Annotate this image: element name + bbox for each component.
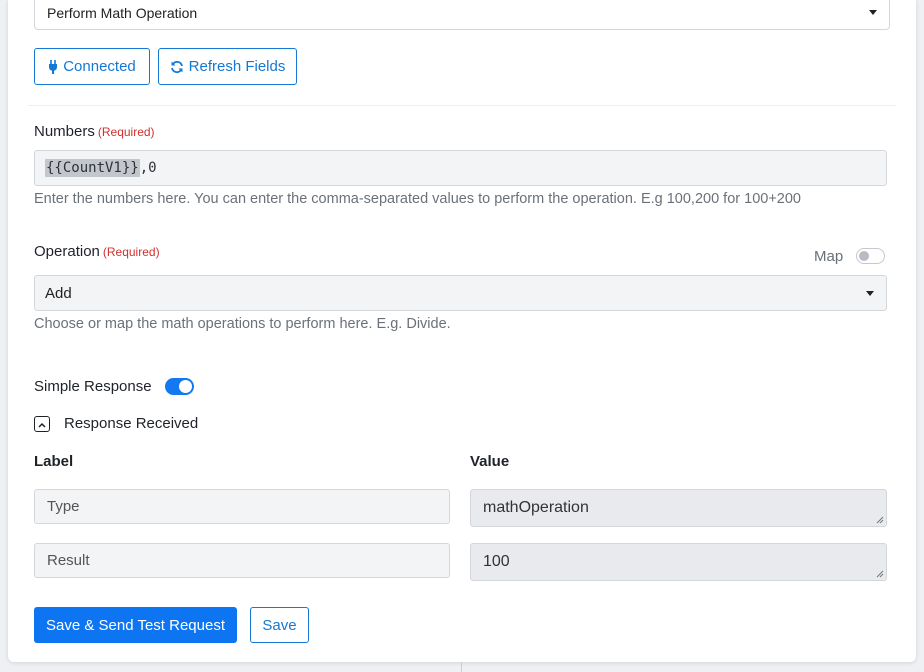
step-config-card: Perform Math Operation Connected Refresh…: [8, 0, 916, 662]
response-label-text: Result: [47, 552, 90, 569]
response-received-title: Response Received: [64, 415, 199, 432]
plug-icon: [48, 59, 58, 74]
operation-help-text: Choose or map the math operations to per…: [34, 316, 451, 332]
map-toggle-knob: [859, 251, 869, 261]
save-send-test-request-button[interactable]: Save & Send Test Request: [34, 607, 237, 643]
connected-label: Connected: [63, 58, 136, 75]
resize-handle-icon[interactable]: [876, 570, 884, 578]
response-label-text: Type: [47, 498, 80, 515]
response-label-field[interactable]: Result: [34, 543, 450, 578]
operation-select-value: Add: [45, 284, 72, 302]
numbers-help-text: Enter the numbers here. You can enter th…: [34, 191, 801, 207]
variable-token: {{CountV1}}: [45, 159, 140, 177]
resize-handle-icon[interactable]: [876, 516, 884, 524]
chevron-down-icon: [869, 10, 877, 15]
simple-response-label: Simple Response: [34, 378, 152, 395]
action-select-value: Perform Math Operation: [47, 5, 198, 21]
value-column-header: Value: [470, 453, 510, 470]
map-toggle[interactable]: [856, 248, 885, 264]
map-label: Map: [814, 248, 844, 265]
operation-label: Operation: [34, 243, 100, 260]
response-label-field[interactable]: Type: [34, 489, 450, 524]
numbers-input[interactable]: {{CountV1}} ,0: [34, 150, 887, 186]
response-value-field[interactable]: mathOperation: [470, 489, 887, 527]
operation-required: (Required): [102, 245, 160, 259]
refresh-fields-button[interactable]: Refresh Fields: [158, 48, 297, 85]
chevron-down-icon: [866, 291, 874, 296]
response-value-text: 100: [483, 553, 510, 570]
simple-response-toggle-knob: [179, 380, 192, 393]
connected-button[interactable]: Connected: [34, 48, 150, 85]
operation-select[interactable]: Add: [34, 275, 887, 311]
response-value-field[interactable]: 100: [470, 543, 887, 581]
numbers-label-row: Numbers (Required): [34, 123, 155, 140]
refresh-icon: [170, 60, 184, 74]
collapse-response-button[interactable]: [34, 416, 50, 432]
label-column-header: Label: [34, 453, 74, 470]
numbers-label: Numbers: [34, 123, 95, 140]
numbers-suffix: ,0: [139, 160, 157, 176]
response-value-text: mathOperation: [483, 499, 589, 516]
refresh-fields-label: Refresh Fields: [188, 58, 286, 75]
section-divider: [28, 105, 896, 106]
save-button[interactable]: Save: [250, 607, 309, 643]
numbers-required: (Required): [97, 125, 155, 139]
operation-label-row: Operation (Required): [34, 243, 160, 260]
panel-connector-line: [461, 662, 462, 672]
action-select[interactable]: Perform Math Operation: [34, 0, 890, 30]
simple-response-toggle[interactable]: [165, 378, 194, 395]
chevron-up-icon: [38, 415, 46, 433]
